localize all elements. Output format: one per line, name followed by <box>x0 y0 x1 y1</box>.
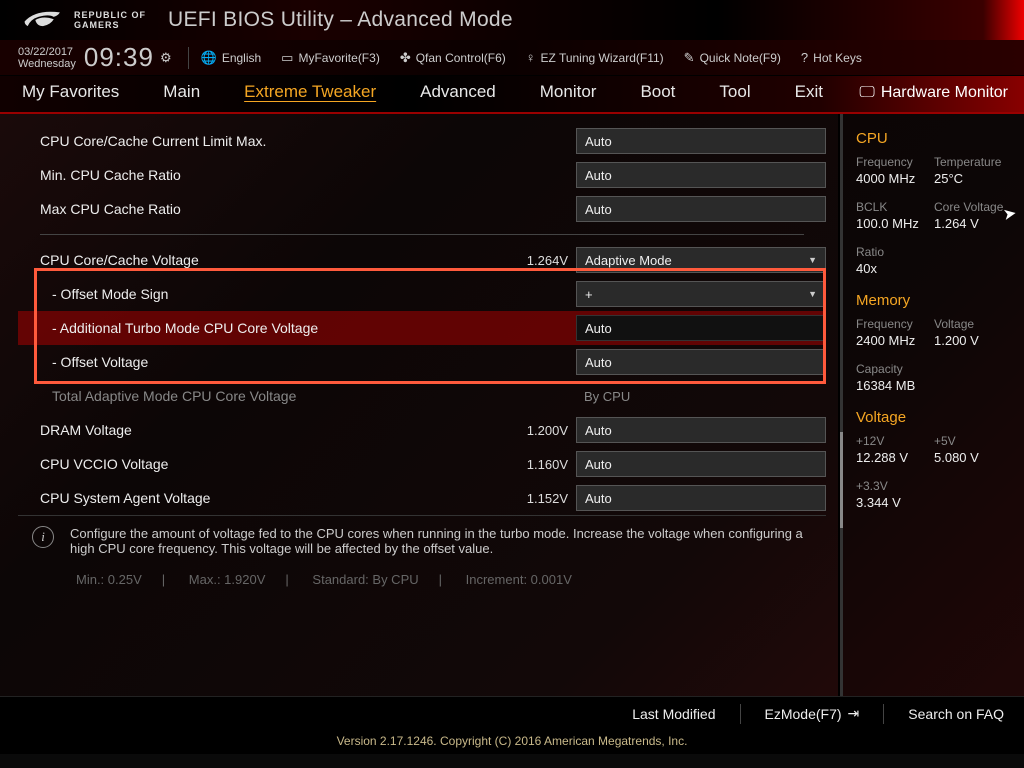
eztuning-button[interactable]: ♀EZ Tuning Wizard(F11) <box>516 50 674 65</box>
myfavorite-button[interactable]: ▭MyFavorite(F3) <box>271 50 390 66</box>
row-cpu-core-cache-voltage[interactable]: CPU Core/Cache Voltage 1.264V Adaptive M… <box>18 243 826 277</box>
search-faq-button[interactable]: Search on FAQ <box>908 706 1004 722</box>
brand-text: REPUBLIC OFGAMERS <box>74 10 146 30</box>
field-vccio-voltage[interactable]: Auto <box>576 451 826 477</box>
voltage-section-title: Voltage <box>856 409 1012 426</box>
chevron-down-icon: ▼ <box>808 255 817 265</box>
scrollbar[interactable] <box>840 114 843 696</box>
chevron-down-icon: ▼ <box>808 289 817 299</box>
footer-bar: Last Modified EzMode(F7)⇥ Search on FAQ <box>0 696 1024 730</box>
main-area: CPU Core/Cache Current Limit Max. Auto M… <box>0 114 1024 696</box>
quicknote-button[interactable]: ✎Quick Note(F9) <box>674 50 791 66</box>
fan-icon: ✤ <box>400 50 411 66</box>
bulb-icon: ♀ <box>526 50 536 65</box>
info-icon: i <box>32 526 54 548</box>
utility-title: UEFI BIOS Utility – Advanced Mode <box>168 8 513 32</box>
help-panel: i Configure the amount of voltage fed to… <box>18 515 826 562</box>
card-icon: ▭ <box>281 50 293 66</box>
tab-extreme-tweaker[interactable]: Extreme Tweaker <box>222 74 398 112</box>
language-button[interactable]: 🌐English <box>191 50 272 66</box>
header: REPUBLIC OFGAMERS UEFI BIOS Utility – Ad… <box>0 0 1024 40</box>
tab-tool[interactable]: Tool <box>697 74 772 112</box>
field-offset-sign[interactable]: +▼ <box>576 281 826 307</box>
row-offset-mode-sign[interactable]: - Offset Mode Sign +▼ <box>18 277 826 311</box>
row-cpu-vccio-voltage[interactable]: CPU VCCIO Voltage 1.160V Auto <box>18 447 826 481</box>
exit-icon: ⇥ <box>848 705 860 722</box>
row-dram-voltage[interactable]: DRAM Voltage 1.200V Auto <box>18 413 826 447</box>
cpu-section-title: CPU <box>856 130 1012 147</box>
tab-my-favorites[interactable]: My Favorites <box>0 74 141 112</box>
help-icon: ? <box>801 50 808 65</box>
ezmode-button[interactable]: EzMode(F7)⇥ <box>765 705 860 722</box>
field-max-cache-ratio[interactable]: Auto <box>576 196 826 222</box>
note-icon: ✎ <box>684 50 695 66</box>
field-min-cache-ratio[interactable]: Auto <box>576 162 826 188</box>
clock: 09:39 <box>84 42 154 73</box>
row-cpu-system-agent-voltage[interactable]: CPU System Agent Voltage 1.152V Auto <box>18 481 826 515</box>
qfan-button[interactable]: ✤Qfan Control(F6) <box>390 50 516 66</box>
tab-exit[interactable]: Exit <box>773 74 845 112</box>
tab-main[interactable]: Main <box>141 74 222 112</box>
row-max-cpu-cache-ratio[interactable]: Max CPU Cache Ratio Auto <box>18 192 826 226</box>
tab-monitor[interactable]: Monitor <box>518 74 619 112</box>
hardware-monitor-header: 🖵Hardware Monitor <box>859 84 1008 102</box>
tab-advanced[interactable]: Advanced <box>398 74 518 112</box>
info-bar: 03/22/2017Wednesday 09:39 ⚙ 🌐English ▭My… <box>0 40 1024 76</box>
hardware-monitor-panel: CPU Frequency4000 MHz Temperature25°C BC… <box>838 114 1024 696</box>
row-cpu-core-cache-current-limit[interactable]: CPU Core/Cache Current Limit Max. Auto <box>18 124 826 158</box>
field-dram-voltage[interactable]: Auto <box>576 417 826 443</box>
globe-icon: 🌐 <box>201 50 217 66</box>
tab-bar: My Favorites Main Extreme Tweaker Advanc… <box>0 76 1024 114</box>
row-min-cpu-cache-ratio[interactable]: Min. CPU Cache Ratio Auto <box>18 158 826 192</box>
copyright: Version 2.17.1246. Copyright (C) 2016 Am… <box>0 730 1024 754</box>
field-current-limit[interactable]: Auto <box>576 128 826 154</box>
field-additional-turbo-voltage[interactable]: Auto <box>576 315 826 341</box>
hotkeys-button[interactable]: ?Hot Keys <box>791 50 872 65</box>
last-modified-button[interactable]: Last Modified <box>632 706 715 722</box>
rog-eye-icon <box>20 6 66 34</box>
range-info: Min.: 0.25V| Max.: 1.920V| Standard: By … <box>18 562 826 593</box>
row-total-adaptive-voltage: Total Adaptive Mode CPU Core Voltage By … <box>18 379 826 413</box>
divider <box>40 234 804 235</box>
row-offset-voltage[interactable]: - Offset Voltage Auto <box>18 345 826 379</box>
row-additional-turbo-voltage[interactable]: - Additional Turbo Mode CPU Core Voltage… <box>18 311 826 345</box>
date-block: 03/22/2017Wednesday <box>18 46 76 70</box>
rog-logo: REPUBLIC OFGAMERS <box>20 6 146 34</box>
field-sa-voltage[interactable]: Auto <box>576 485 826 511</box>
monitor-icon: 🖵 <box>859 84 874 102</box>
settings-gear-icon[interactable]: ⚙ <box>160 50 172 66</box>
tab-boot[interactable]: Boot <box>618 74 697 112</box>
memory-section-title: Memory <box>856 292 1012 309</box>
settings-panel: CPU Core/Cache Current Limit Max. Auto M… <box>0 114 838 696</box>
field-core-voltage-mode[interactable]: Adaptive Mode▼ <box>576 247 826 273</box>
field-offset-voltage[interactable]: Auto <box>576 349 826 375</box>
